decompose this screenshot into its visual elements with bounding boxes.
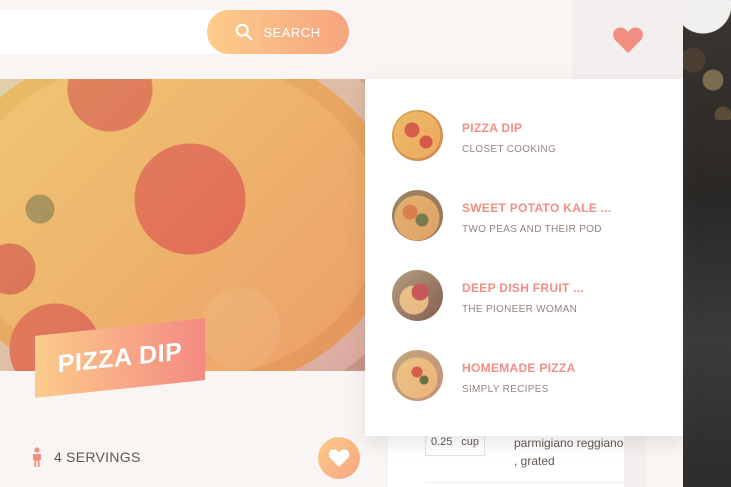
bowl-decoration xyxy=(683,0,731,40)
divider xyxy=(425,482,624,483)
recipe-thumbnail xyxy=(392,350,443,401)
ingredient-quantity-value: 0.25 xyxy=(431,436,453,448)
header: SEARCH xyxy=(0,0,683,79)
bookmarks-dropdown: PIZZA DIP CLOSET COOKING SWEET POTATO KA… xyxy=(365,79,683,436)
crumbs-decoration xyxy=(683,40,731,120)
bookmark-publisher: TWO PEAS AND THEIR POD xyxy=(462,224,602,235)
app-container: SEARCH PIZZA DIP 4 SERVINGS 0.25 cup par… xyxy=(0,0,683,487)
bookmark-item[interactable]: PIZZA DIP CLOSET COOKING xyxy=(365,110,683,190)
recipe-thumbnail xyxy=(392,270,443,321)
recipe-thumbnail xyxy=(392,110,443,161)
bookmark-publisher: THE PIONEER WOMAN xyxy=(462,304,578,315)
search-button-label: SEARCH xyxy=(263,24,321,40)
bookmark-publisher: SIMPLY RECIPES xyxy=(462,384,549,395)
recipe-servings: 4 SERVINGS xyxy=(30,445,141,469)
search-input[interactable] xyxy=(0,10,240,54)
bookmark-item[interactable]: HOMEMADE PIZZA SIMPLY RECIPES xyxy=(365,350,683,430)
person-icon xyxy=(33,447,41,467)
ingredient-description: parmigiano reggiano , grated xyxy=(514,436,624,468)
servings-count: 4 xyxy=(54,449,63,465)
servings-label: SERVINGS xyxy=(66,449,141,465)
recipe-title-text: PIZZA DIP xyxy=(57,336,183,379)
bookmark-title: HOMEMADE PIZZA xyxy=(462,361,576,375)
ingredient-unit: cup xyxy=(461,436,479,448)
search-button[interactable]: SEARCH xyxy=(207,10,349,54)
bookmarks-button[interactable] xyxy=(572,0,683,79)
bookmark-title: PIZZA DIP xyxy=(462,121,523,135)
recipe-view: PIZZA DIP 4 SERVINGS xyxy=(0,79,365,487)
bookmark-item[interactable]: DEEP DISH FRUIT ... THE PIONEER WOMAN xyxy=(365,270,683,350)
bookmark-item[interactable]: SWEET POTATO KALE ... TWO PEAS AND THEIR… xyxy=(365,190,683,270)
recipe-thumbnail xyxy=(392,190,443,241)
heart-icon xyxy=(612,26,643,53)
bookmark-publisher: CLOSET COOKING xyxy=(462,144,557,155)
recipe-bookmark-button[interactable] xyxy=(318,437,360,479)
bookmark-title: SWEET POTATO KALE ... xyxy=(462,201,612,215)
heart-icon xyxy=(328,449,350,467)
background-photo xyxy=(683,0,731,487)
search-icon xyxy=(236,23,253,41)
bookmark-title: DEEP DISH FRUIT ... xyxy=(462,281,585,295)
